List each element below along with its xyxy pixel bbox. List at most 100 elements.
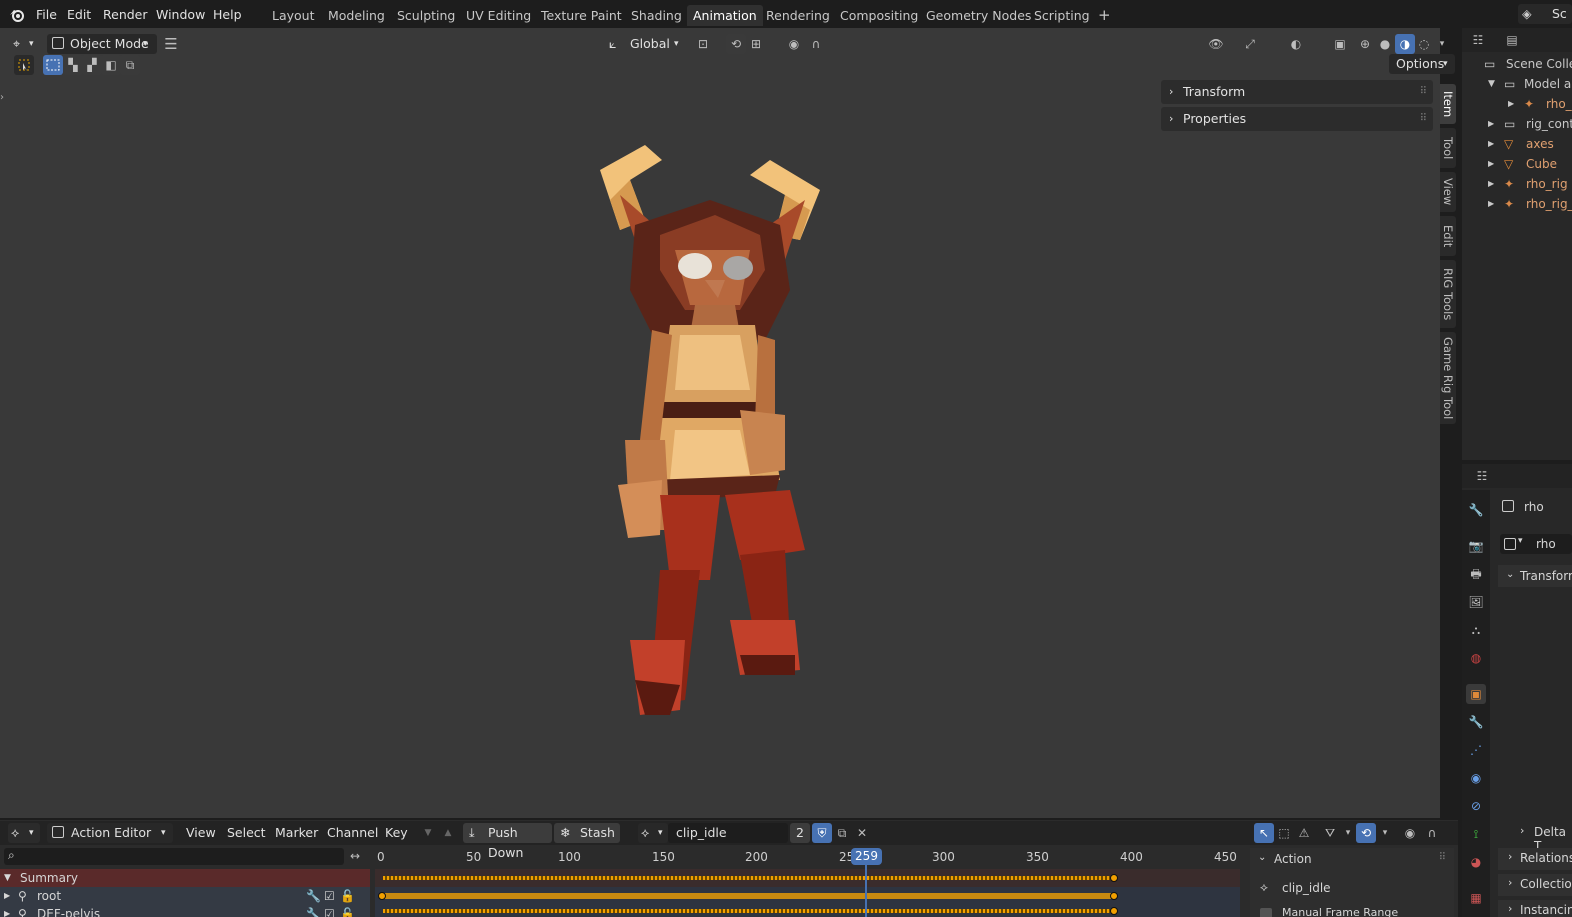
keyframe[interactable] bbox=[1110, 874, 1118, 882]
sidebar-tab-view[interactable]: View bbox=[1440, 172, 1456, 212]
data-icon[interactable]: ⟟ bbox=[1466, 824, 1486, 844]
action-panel-name-row[interactable]: ⟡ clip_idle bbox=[1260, 880, 1450, 900]
menu-window[interactable]: Window bbox=[150, 5, 211, 25]
action-users-count[interactable]: 2 bbox=[790, 823, 810, 843]
object-name-field[interactable]: ▾ rho bbox=[1500, 534, 1572, 554]
add-workspace-button[interactable]: + bbox=[1092, 5, 1117, 26]
dope-row-summary[interactable] bbox=[375, 869, 1240, 887]
select-new-icon[interactable] bbox=[43, 55, 63, 75]
drag-handle-icon[interactable]: ⠿ bbox=[1439, 852, 1446, 863]
physics-icon[interactable]: ◉ bbox=[1466, 768, 1486, 788]
channel-summary[interactable]: ▼ Summary bbox=[0, 869, 370, 887]
outliner-item-rho-rig[interactable]: ▶ ✦ rho_rig bbox=[1462, 174, 1572, 194]
transform-orientation-dropdown[interactable]: ⟀ Global ▾ bbox=[606, 34, 686, 54]
layer-down-icon[interactable]: ▼ bbox=[418, 823, 438, 843]
properties-section-instancing[interactable]: › Instancin bbox=[1498, 900, 1572, 917]
outliner-item-axes[interactable]: ▶ ▽ axes bbox=[1462, 134, 1572, 154]
show-errors-icon[interactable]: ⚠ bbox=[1294, 823, 1314, 843]
lock-icon[interactable]: 🔓 bbox=[340, 905, 355, 917]
dope-row-def-pelvis[interactable] bbox=[375, 905, 1240, 917]
menu-help[interactable]: Help bbox=[207, 5, 248, 25]
timeline-editor-type-button[interactable]: ⟡ ▾ bbox=[8, 823, 40, 843]
keyframe[interactable] bbox=[1110, 907, 1118, 915]
timeline-menu-select[interactable]: Select bbox=[221, 823, 272, 843]
editor-type-button[interactable]: ⌖ ▾ bbox=[10, 34, 40, 54]
action-browse-button[interactable]: ⟡ ▾ bbox=[638, 823, 668, 843]
scene-icon[interactable]: ⛬ bbox=[1466, 620, 1486, 640]
drag-handle-icon[interactable]: ⠿ bbox=[1420, 80, 1427, 104]
constraints-icon[interactable]: ⊘ bbox=[1466, 796, 1486, 816]
dope-row-root[interactable] bbox=[375, 887, 1240, 905]
select-intersect-icon[interactable]: ⧉ bbox=[120, 55, 140, 75]
gizmo-icon[interactable]: ⤢ bbox=[1240, 34, 1260, 54]
material-preview-icon[interactable]: ◑ bbox=[1395, 34, 1415, 54]
display-mode-icon[interactable]: ▤ bbox=[1502, 30, 1522, 50]
timeline-menu-view[interactable]: View bbox=[180, 823, 222, 843]
properties-section-transform[interactable]: ⌄ Transform bbox=[1498, 565, 1572, 587]
hamburger-menu-icon[interactable]: ☰ bbox=[161, 34, 181, 54]
object-icon[interactable]: ▣ bbox=[1466, 684, 1486, 704]
show-hidden-icon[interactable]: ⬚ bbox=[1274, 823, 1294, 843]
tab-compositing[interactable]: Compositing bbox=[834, 5, 924, 26]
duplicate-action-icon[interactable]: ⧉ bbox=[832, 823, 852, 843]
outliner-item-rig-cont[interactable]: ▶ ▭ rig_cont bbox=[1462, 114, 1572, 134]
layer-up-icon[interactable]: ▲ bbox=[438, 823, 458, 843]
xray-icon[interactable]: ▣ bbox=[1330, 34, 1350, 54]
keyframe-hold-bar[interactable] bbox=[383, 893, 1115, 899]
scene-selector[interactable]: ◈ Sc bbox=[1518, 4, 1572, 24]
lock-icon[interactable]: 🔓 bbox=[340, 887, 355, 905]
snap-target-icon[interactable]: ⊞ bbox=[746, 34, 766, 54]
toolbar-expand-icon[interactable]: › bbox=[0, 92, 4, 103]
timeline-menu-channel[interactable]: Channel bbox=[321, 823, 384, 843]
modifier-icon[interactable]: 🔧 bbox=[1466, 712, 1486, 732]
sidebar-tab-item[interactable]: Item bbox=[1440, 84, 1456, 124]
fake-user-shield-icon[interactable]: ⛨ bbox=[812, 823, 832, 843]
channel-root[interactable]: ▶ ⚲ root 🔧 ☑ 🔓 bbox=[0, 887, 370, 905]
tab-layout[interactable]: Layout bbox=[266, 5, 321, 26]
auto-snap-icon[interactable]: ⟲ bbox=[1356, 823, 1376, 843]
tab-texture-paint[interactable]: Texture Paint bbox=[535, 5, 628, 26]
manual-frame-range-checkbox[interactable] bbox=[1260, 908, 1272, 917]
output-icon[interactable]: 🖶 bbox=[1466, 564, 1486, 584]
outliner-item-cube[interactable]: ▶ ▽ Cube bbox=[1462, 154, 1572, 174]
select-tool-icon[interactable] bbox=[14, 55, 34, 75]
character-model[interactable] bbox=[590, 140, 830, 720]
world-icon[interactable]: ◍ bbox=[1466, 648, 1486, 668]
render-icon[interactable]: 📷 bbox=[1466, 536, 1486, 556]
outliner-item-rho-rig-2[interactable]: ▶ ✦ rho_rig_ bbox=[1462, 194, 1572, 214]
current-frame-indicator[interactable]: 259 bbox=[851, 848, 882, 865]
properties-section-relations[interactable]: › Relations bbox=[1498, 848, 1572, 870]
options-dropdown[interactable]: Options ▾ bbox=[1389, 54, 1455, 74]
texture-icon[interactable]: ▦ bbox=[1466, 888, 1486, 908]
rendered-shading-icon[interactable]: ◌ bbox=[1414, 34, 1434, 54]
wireframe-shading-icon[interactable]: ⊕ bbox=[1355, 34, 1375, 54]
outliner-item-scene-collection[interactable]: ▭ Scene Colle bbox=[1462, 54, 1572, 74]
properties-editor-type-icon[interactable]: ☷ bbox=[1472, 466, 1492, 486]
select-extend-icon[interactable]: ▚ bbox=[63, 55, 83, 75]
summary-keyframe-strip[interactable] bbox=[383, 876, 1115, 880]
push-down-button[interactable]: ⤓ Push Down bbox=[463, 823, 552, 860]
unlink-action-icon[interactable]: ✕ bbox=[852, 823, 872, 843]
keyframe-strip[interactable] bbox=[383, 909, 1115, 913]
menu-file[interactable]: File bbox=[30, 5, 63, 25]
tab-sculpting[interactable]: Sculpting bbox=[391, 5, 461, 26]
channel-search-field[interactable]: ⌕ bbox=[4, 848, 344, 865]
sidebar-tab-game-rig-tool[interactable]: Game Rig Tool bbox=[1440, 332, 1456, 424]
manual-frame-range-row[interactable]: Manual Frame Range bbox=[1260, 908, 1450, 917]
channel-def-pelvis[interactable]: ▶ ⚲ DEF-pelvis 🔧 ☑ 🔓 bbox=[0, 905, 370, 917]
checkbox-icon[interactable]: ☑ bbox=[324, 905, 335, 917]
menu-edit[interactable]: Edit bbox=[61, 5, 97, 25]
tab-modeling[interactable]: Modeling bbox=[322, 5, 391, 26]
tab-animation[interactable]: Animation bbox=[687, 5, 763, 26]
playhead-line[interactable] bbox=[865, 864, 867, 917]
action-panel-header[interactable]: ⌄ Action ⠿ bbox=[1250, 848, 1454, 870]
drag-handle-icon[interactable]: ⠿ bbox=[1420, 107, 1427, 131]
chevron-down-icon[interactable]: ▾ bbox=[1432, 34, 1452, 54]
outliner-editor-type-icon[interactable]: ☷ bbox=[1468, 30, 1488, 50]
solid-shading-icon[interactable]: ● bbox=[1375, 34, 1395, 54]
properties-panel-header[interactable]: › Properties ⠿ bbox=[1161, 107, 1433, 131]
tab-rendering[interactable]: Rendering bbox=[760, 5, 836, 26]
outliner-item-rho[interactable]: ▶ ✦ rho_ bbox=[1462, 94, 1572, 114]
chevron-down-icon[interactable]: ▾ bbox=[1338, 823, 1358, 843]
falloff-curve-icon[interactable]: ∩ bbox=[806, 34, 826, 54]
